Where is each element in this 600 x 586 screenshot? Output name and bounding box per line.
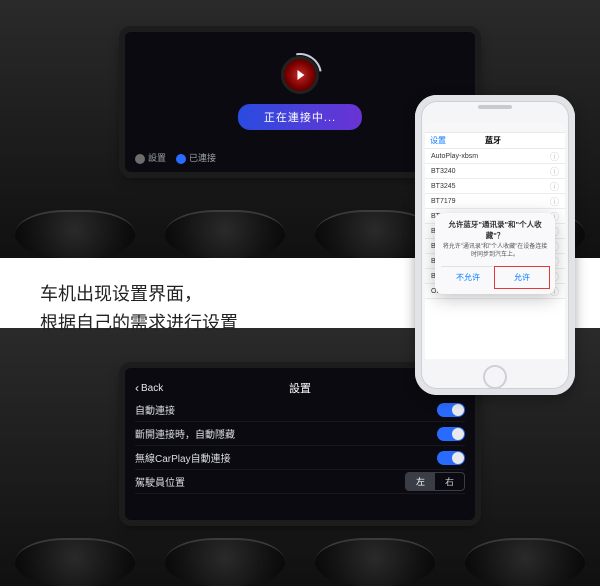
settings-row: 斷開連接時，自動隱藏 <box>135 422 465 446</box>
bt-device-label: BT3245 <box>431 183 456 190</box>
loading-spinner-icon <box>281 56 319 94</box>
phone-nav-back[interactable]: 设置 <box>430 135 446 146</box>
alert-message: 将允许"通讯录"和"个人收藏"在设备连接时同步到汽车上。 <box>441 244 549 260</box>
instruction-caption: 车机出现设置界面， 根据自己的需求进行设置 <box>40 280 238 338</box>
bt-device-row[interactable]: BT3240 ⓘ <box>425 164 565 179</box>
caption-line1: 车机出现设置界面， <box>40 280 238 309</box>
iphone-mockup: 设置 蓝牙 AutoPlay-xbsmⓘBT3240ⓘBT3245ⓘBT7179… <box>415 95 575 395</box>
connected-label: 已連接 <box>189 153 216 163</box>
info-icon[interactable]: ⓘ <box>550 165 559 178</box>
play-icon <box>298 70 305 80</box>
bt-device-row[interactable]: BT3245 ⓘ <box>425 179 565 194</box>
seg-option[interactable]: 右 <box>435 473 464 490</box>
settings-row: 自動連接 <box>135 398 465 422</box>
back-button[interactable]: ‹ Back <box>135 381 163 395</box>
toggle-switch[interactable] <box>437 451 465 465</box>
alert-title: 允许蓝牙"通讯录"和"个人收藏"？ <box>441 219 549 241</box>
phone-speaker-decor <box>478 105 512 109</box>
bt-device-row[interactable]: BT7179 ⓘ <box>425 194 565 209</box>
bluetooth-permission-alert: 允许蓝牙"通讯录"和"个人收藏"？ 将允许"通讯录"和"个人收藏"在设备连接时同… <box>435 213 555 294</box>
chevron-left-icon: ‹ <box>135 381 139 395</box>
phone-navbar: 设置 蓝牙 <box>425 133 565 149</box>
bt-device-label: AutoPlay-xbsm <box>431 153 478 160</box>
settings-row-label: 自動連接 <box>135 402 175 417</box>
settings-label: 設置 <box>148 153 166 163</box>
back-label: Back <box>141 383 163 394</box>
settings-row: 無線CarPlay自動連接 <box>135 446 465 470</box>
settings-row: 駕駛員位置 左右 <box>135 470 465 494</box>
bt-device-label: BT7179 <box>431 198 456 205</box>
bt-device-label: BT3240 <box>431 168 456 175</box>
caption-line2: 根据自己的需求进行设置 <box>40 309 238 338</box>
settings-row-label: 無線CarPlay自動連接 <box>135 450 231 465</box>
connecting-pill: 正在連接中... <box>238 104 362 130</box>
phone-statusbar <box>425 123 565 133</box>
info-icon[interactable]: ⓘ <box>550 195 559 208</box>
alert-allow-button[interactable]: 允许 <box>494 266 550 289</box>
settings-row-label: 斷開連接時，自動隱藏 <box>135 426 235 441</box>
settings-shortcut[interactable]: 設置 <box>135 151 166 164</box>
bt-device-row[interactable]: AutoPlay-xbsm ⓘ <box>425 149 565 164</box>
phone-home-button[interactable] <box>483 365 507 389</box>
toggle-switch[interactable] <box>437 403 465 417</box>
connection-indicator: 已連接 <box>176 151 216 164</box>
segmented-control[interactable]: 左右 <box>405 472 465 491</box>
phone-screen: 设置 蓝牙 AutoPlay-xbsmⓘBT3240ⓘBT3245ⓘBT7179… <box>425 123 565 359</box>
settings-row-label: 駕駛員位置 <box>135 474 185 489</box>
info-icon[interactable]: ⓘ <box>550 150 559 163</box>
bluetooth-dot-icon <box>176 154 186 164</box>
gear-icon <box>135 154 145 164</box>
settings-title: 設置 <box>289 380 311 396</box>
seg-option[interactable]: 左 <box>406 473 435 490</box>
alert-cancel-button[interactable]: 不允许 <box>441 267 495 288</box>
info-icon[interactable]: ⓘ <box>550 180 559 193</box>
phone-nav-title: 蓝牙 <box>485 135 501 146</box>
head-unit-settings: ‹ Back 設置 自動連接斷開連接時，自動隱藏無線CarPlay自動連接駕駛員… <box>125 368 475 520</box>
toggle-switch[interactable] <box>437 427 465 441</box>
air-vents-decor2 <box>0 518 600 586</box>
